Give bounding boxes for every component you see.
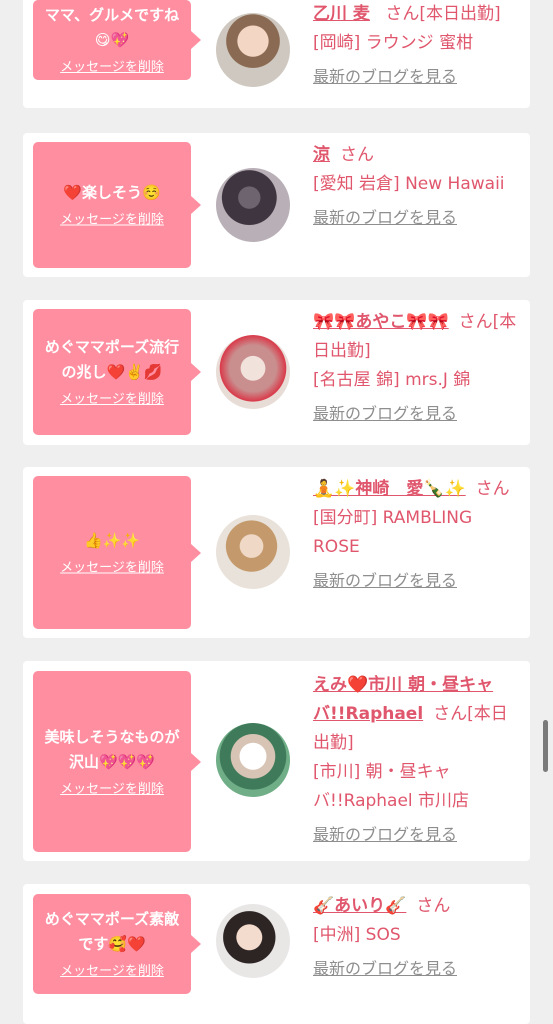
message-text: 美味しそうなものが沢山💖💖💖 — [44, 727, 180, 771]
location-text: [国分町] RAMBLING ROSE — [313, 508, 473, 557]
list-item: 👍✨✨ メッセージを削除 🧘✨神崎 愛🍾✨ さん [国分町] RAMBLING R… — [23, 467, 530, 638]
message-text: めぐママポーズ素敵です🥰❤️ — [44, 910, 180, 953]
avatar[interactable] — [216, 13, 290, 87]
message-text: 👍✨✨ — [83, 531, 141, 549]
list-item: 美味しそうなものが沢山💖💖💖 メッセージを削除 えみ❤️市川 朝・昼キャバ!!R… — [23, 661, 530, 861]
latest-blog-link[interactable]: 最新のブログを見る — [313, 568, 522, 594]
honorific: さん — [340, 145, 374, 165]
honorific: さん — [475, 479, 510, 499]
list-item: ❤️楽しそう☺️ メッセージを削除 涼さん [愛知 岩倉] New Hawaii… — [23, 133, 530, 277]
latest-blog-link[interactable]: 最新のブログを見る — [313, 401, 522, 427]
location-text: [愛知 岩倉] New Hawaii — [313, 174, 505, 194]
message-bubble: ❤️楽しそう☺️ メッセージを削除 — [33, 142, 201, 268]
latest-blog-link[interactable]: 最新のブログを見る — [313, 956, 522, 982]
user-name-link[interactable]: 🎀🎀あやこ🎀🎀 — [313, 312, 449, 332]
message-text: ❤️楽しそう☺️ — [63, 183, 161, 202]
delete-message-link[interactable]: メッセージを削除 — [60, 212, 164, 230]
delete-message-link[interactable]: メッセージを削除 — [60, 559, 164, 577]
user-name-link[interactable]: 乙川 麦 — [313, 4, 370, 24]
delete-message-link[interactable]: メッセージを削除 — [60, 781, 164, 799]
message-bubble: ママ、グルメですね😋💖 メッセージを削除 — [33, 0, 201, 80]
list-item: めぐママポーズ流行の兆し❤️✌️💋 メッセージを削除 🎀🎀あやこ🎀🎀 さん[本日出… — [23, 300, 530, 445]
avatar[interactable] — [216, 904, 290, 978]
delete-message-link[interactable]: メッセージを削除 — [60, 391, 164, 409]
message-bubble: 👍✨✨ メッセージを削除 — [33, 476, 201, 629]
honorific: さん — [385, 4, 420, 24]
latest-blog-link[interactable]: 最新のブログを見る — [313, 64, 522, 90]
latest-blog-link[interactable]: 最新のブログを見る — [313, 205, 522, 231]
message-bubble: めぐママポーズ素敵です🥰❤️ メッセージを削除 — [33, 894, 201, 994]
message-text: めぐママポーズ流行の兆し❤️✌️💋 — [44, 338, 180, 381]
message-bubble: 美味しそうなものが沢山💖💖💖 メッセージを削除 — [33, 671, 201, 852]
message-text: ママ、グルメですね😋💖 — [44, 6, 180, 49]
user-name-link[interactable]: 涼 — [313, 145, 330, 165]
avatar[interactable] — [216, 335, 290, 409]
user-name-link[interactable]: 🧘✨神崎 愛🍾✨ — [313, 479, 466, 499]
latest-blog-link[interactable]: 最新のブログを見る — [313, 822, 522, 848]
avatar[interactable] — [216, 515, 290, 589]
list-item: ママ、グルメですね😋💖 メッセージを削除 乙川 麦 さん[本日出勤] [岡崎] … — [23, 0, 530, 108]
status-text: [本日出勤] — [419, 4, 501, 24]
list-item: めぐママポーズ素敵です🥰❤️ メッセージを削除 🎸あいり🎸 さん [中洲] SOS… — [23, 884, 530, 1024]
honorific: さん — [416, 896, 451, 916]
message-bubble: めぐママポーズ流行の兆し❤️✌️💋 メッセージを削除 — [33, 309, 201, 435]
location-text: [市川] 朝・昼キャバ!!Raphael 市川店 — [313, 762, 470, 811]
location-text: [名古屋 錦] mrs.J 錦 — [313, 370, 471, 390]
delete-message-link[interactable]: メッセージを削除 — [60, 59, 164, 77]
user-name: 乙川 麦 — [313, 4, 375, 24]
honorific: さん — [433, 704, 468, 724]
user-name-link[interactable]: 🎸あいり🎸 — [313, 896, 406, 916]
honorific: さん — [458, 312, 493, 332]
location-text: [中洲] SOS — [313, 925, 401, 945]
location-text: [岡崎] ラウンジ 蜜柑 — [313, 33, 474, 53]
avatar[interactable] — [216, 168, 290, 242]
delete-message-link[interactable]: メッセージを削除 — [60, 963, 164, 981]
avatar[interactable] — [216, 723, 290, 797]
scrollbar[interactable] — [543, 720, 548, 772]
